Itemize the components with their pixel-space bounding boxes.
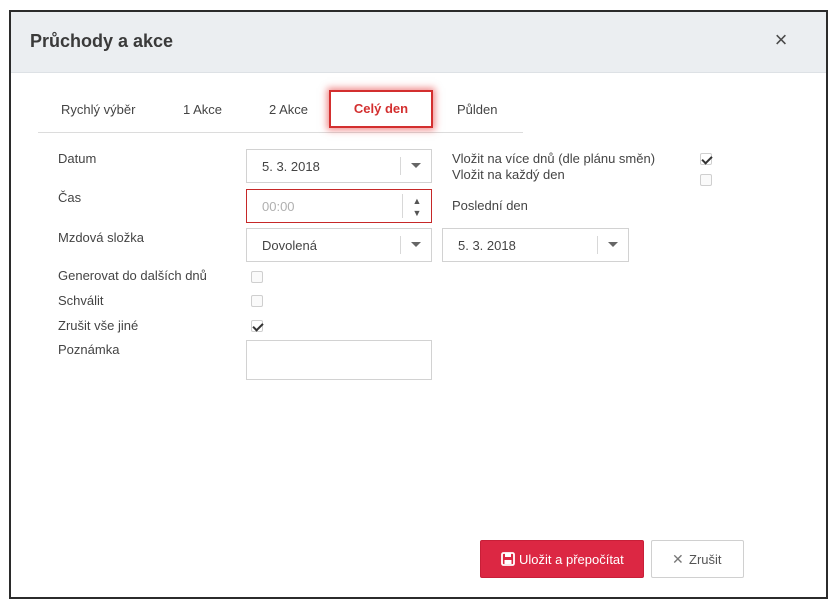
modal-dialog: Průchody a akce × Rychlý výběr 1 Akce 2 …: [9, 10, 828, 599]
datum-label: Datum: [58, 151, 97, 166]
tab-1-akce[interactable]: 1 Akce: [183, 102, 222, 117]
dialog-header: Průchody a akce ×: [11, 12, 826, 73]
posledni-den-select[interactable]: 5. 3. 2018: [442, 228, 629, 262]
posledni-den-value: 5. 3. 2018: [458, 238, 516, 253]
schvalit-checkbox[interactable]: [251, 295, 263, 307]
generovat-checkbox[interactable]: [251, 271, 263, 283]
tab-cely-den[interactable]: Celý den: [329, 90, 433, 128]
tab-2-akce[interactable]: 2 Akce: [269, 102, 308, 117]
vlozit-kazdy-den-checkbox[interactable]: [700, 174, 712, 186]
vlozit-kazdy-den-label: Vložit na každý den: [452, 167, 565, 182]
dialog-title: Průchody a akce: [30, 31, 174, 51]
mzdova-slozka-label: Mzdová složka: [58, 230, 144, 245]
cas-label: Čas: [58, 190, 82, 205]
dropdown-arrow-icon[interactable]: [400, 157, 431, 175]
close-icon[interactable]: ×: [770, 28, 792, 52]
dropdown-arrow-icon[interactable]: [597, 236, 628, 254]
mzdova-slozka-select[interactable]: Dovolená: [246, 228, 432, 262]
cancel-x-icon: ✕: [672, 551, 684, 567]
dropdown-arrow-icon[interactable]: [400, 236, 431, 254]
datum-value: 5. 3. 2018: [262, 159, 320, 174]
save-recalculate-button[interactable]: Uložit a přepočítat: [480, 540, 644, 578]
spinner-icon[interactable]: ▲ ▼: [402, 194, 431, 218]
generovat-label: Generovat do dalších dnů: [58, 268, 207, 283]
posledni-den-label: Poslední den: [452, 198, 528, 213]
save-button-label: Uložit a přepočítat: [519, 552, 624, 567]
cas-input[interactable]: 00:00 ▲ ▼: [246, 189, 432, 223]
tab-bar: Rychlý výběr 1 Akce 2 Akce Celý den Půld…: [38, 90, 523, 133]
cancel-button-label: Zrušit: [689, 552, 722, 567]
vlozit-vice-dnu-checkbox[interactable]: [700, 153, 712, 165]
cancel-button[interactable]: ✕ Zrušit: [651, 540, 744, 578]
save-icon: [501, 552, 515, 566]
zrusit-vse-jine-label: Zrušit vše jiné: [58, 318, 139, 333]
poznamka-label: Poznámka: [58, 342, 120, 357]
mzdova-slozka-value: Dovolená: [262, 238, 317, 253]
tab-pulden[interactable]: Půlden: [457, 102, 497, 117]
vlozit-vice-dnu-label: Vložit na více dnů (dle plánu směn): [452, 151, 656, 166]
zrusit-vse-jine-checkbox[interactable]: [251, 320, 263, 332]
cas-placeholder: 00:00: [262, 199, 295, 214]
poznamka-textarea[interactable]: [246, 340, 432, 380]
schvalit-label: Schválit: [58, 293, 104, 308]
datum-select[interactable]: 5. 3. 2018: [246, 149, 432, 183]
tab-rychly-vyber[interactable]: Rychlý výběr: [61, 102, 135, 117]
